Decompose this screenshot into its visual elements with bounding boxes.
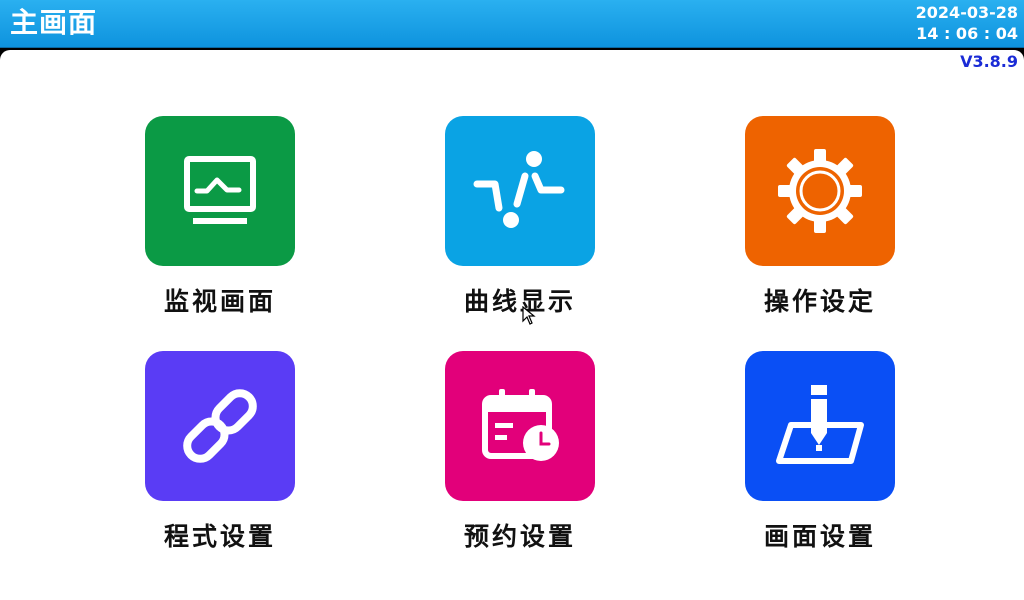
link-icon xyxy=(183,389,257,463)
edit-icon xyxy=(776,385,864,464)
operation-label[interactable]: 操作设定 xyxy=(720,282,920,318)
gear-icon xyxy=(778,149,862,233)
curve-button[interactable] xyxy=(445,116,595,266)
curve-label[interactable]: 曲线显示 xyxy=(420,282,620,318)
monitor-label[interactable]: 监视画面 xyxy=(120,282,320,318)
header-bar: 主画面 2024-03-28 14 : 06 : 04 xyxy=(0,0,1024,48)
monitor-icon xyxy=(184,156,256,224)
screen-settings-button[interactable] xyxy=(745,351,895,501)
program-label[interactable]: 程式设置 xyxy=(120,517,320,553)
schedule-button[interactable] xyxy=(445,351,595,501)
program-button[interactable] xyxy=(145,351,295,501)
schedule-label[interactable]: 预约设置 xyxy=(420,517,620,553)
page-title: 主画面 xyxy=(10,6,98,39)
screen-settings-label[interactable]: 画面设置 xyxy=(720,517,920,553)
screen-frame: 主画面 2024-03-28 14 : 06 : 04 V3.8.9 监视画面 … xyxy=(0,0,1024,600)
date-display: 2024-03-28 xyxy=(915,3,1018,22)
monitor-button[interactable] xyxy=(145,116,295,266)
calendar-clock-icon xyxy=(482,389,559,461)
mouse-cursor-icon xyxy=(522,306,536,325)
operation-button[interactable] xyxy=(745,116,895,266)
version-label: V3.8.9 xyxy=(960,52,1018,71)
curve-icon xyxy=(473,151,565,228)
time-display: 14 : 06 : 04 xyxy=(916,24,1018,43)
